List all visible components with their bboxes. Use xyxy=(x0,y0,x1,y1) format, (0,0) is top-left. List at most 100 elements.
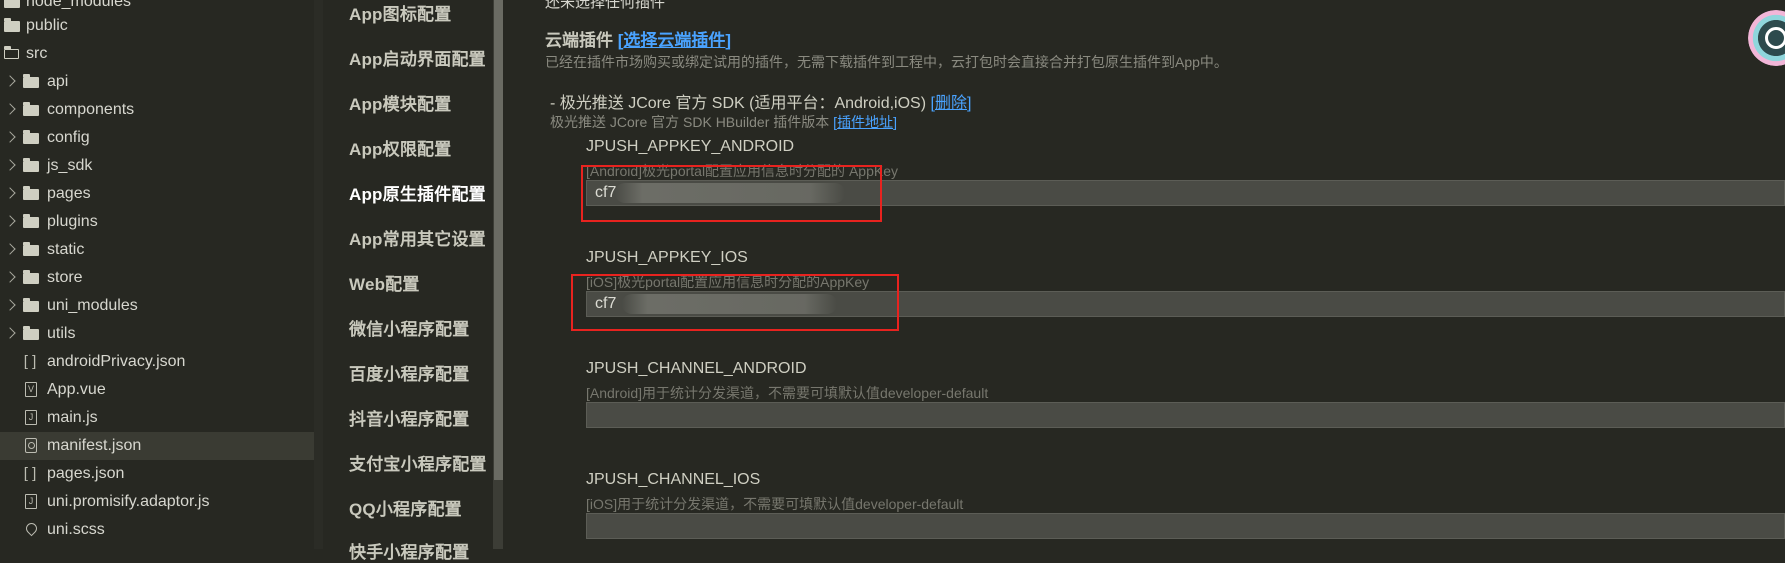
chevron-right-icon xyxy=(4,159,16,171)
folder-icon xyxy=(23,214,39,228)
tree-item-label: src xyxy=(26,45,48,62)
chevron-right-icon xyxy=(4,215,16,227)
plugin-version-row: 极光推送 JCore 官方 SDK HBuilder 插件版本 [插件地址] xyxy=(550,114,897,130)
manifest-gear-icon xyxy=(25,438,37,453)
tree-item-label: pages.json xyxy=(47,465,125,482)
tree-item-api[interactable]: api xyxy=(0,68,314,96)
tree-item-utils[interactable]: utils xyxy=(0,320,314,348)
tree-item-store[interactable]: store xyxy=(0,264,314,292)
nav-item-web[interactable]: Web配置 xyxy=(349,270,420,295)
tree-item-android-privacy-json[interactable]: [ ] androidPrivacy.json xyxy=(0,348,314,376)
tree-item-label: uni.promisify.adaptor.js xyxy=(47,493,210,510)
nav-scrollbar-thumb[interactable] xyxy=(494,0,503,480)
file-explorer: node_modules public src api components c… xyxy=(0,0,314,549)
panel-divider[interactable] xyxy=(314,0,323,549)
cloud-plugins-description: 已经在插件市场购买或绑定试用的插件，无需下载插件到工程中，云打包时会直接合并打包… xyxy=(545,54,1228,70)
tree-item-label: main.js xyxy=(47,409,98,426)
tree-item-label: js_sdk xyxy=(47,157,93,174)
manifest-settings-nav: App图标配置 App启动界面配置 App模块配置 App权限配置 App原生插… xyxy=(323,0,503,562)
cloud-plugins-header: 云端插件 [选择云端插件] xyxy=(545,26,731,51)
tree-item-public[interactable]: public xyxy=(0,12,314,40)
nav-item-alipay-mp[interactable]: 支付宝小程序配置 xyxy=(349,450,487,475)
folder-open-icon xyxy=(4,46,20,60)
nav-item-kuaishou-mp[interactable]: 快手小程序配置 xyxy=(349,538,469,563)
tree-item-label: store xyxy=(47,269,83,286)
field-label-jpush-channel-ios: JPUSH_CHANNEL_IOS xyxy=(586,471,761,488)
chevron-right-icon xyxy=(4,327,16,339)
folder-icon xyxy=(23,326,39,340)
bracket-close: ] xyxy=(725,31,732,50)
field-label-jpush-channel-android: JPUSH_CHANNEL_ANDROID xyxy=(586,360,807,377)
tree-item-label: utils xyxy=(47,325,76,342)
plugin-name: - 极光推送 JCore 官方 SDK (适用平台：Android,iOS) xyxy=(550,95,927,112)
jpush-channel-ios-input[interactable] xyxy=(586,513,1785,539)
chevron-right-icon xyxy=(4,187,16,199)
cloud-plugins-title: 云端插件 xyxy=(545,31,613,50)
nav-item-app-modules[interactable]: App模块配置 xyxy=(349,90,451,115)
tree-item-label: components xyxy=(47,101,135,118)
folder-icon xyxy=(23,102,39,116)
tree-item-js-sdk[interactable]: js_sdk xyxy=(0,152,314,180)
assistant-logo-icon[interactable] xyxy=(1748,10,1785,66)
nav-item-qq-mp[interactable]: QQ小程序配置 xyxy=(349,495,462,520)
delete-plugin-link[interactable]: 删除 xyxy=(935,95,967,112)
tree-item-plugins[interactable]: plugins xyxy=(0,208,314,236)
nav-item-app-other-settings[interactable]: App常用其它设置 xyxy=(349,225,486,250)
chevron-right-icon xyxy=(4,299,16,311)
field-hint-jpush-channel-android: [Android]用于统计分发渠道，不需要可填默认值developer-defa… xyxy=(586,385,989,401)
chevron-right-icon xyxy=(4,75,16,87)
tree-item-label: plugins xyxy=(47,213,98,230)
js-file-icon: J xyxy=(25,494,37,509)
folder-icon xyxy=(4,0,20,8)
highlight-box-android xyxy=(581,165,882,222)
tree-item-components[interactable]: components xyxy=(0,96,314,124)
tree-item-label: static xyxy=(47,241,85,258)
tree-item-config[interactable]: config xyxy=(0,124,314,152)
nav-item-app-native-plugins[interactable]: App原生插件配置 xyxy=(349,180,486,205)
tree-item-label: pages xyxy=(47,185,91,202)
folder-icon xyxy=(23,158,39,172)
field-hint-jpush-channel-ios: [iOS]用于统计分发渠道，不需要可填默认值developer-default xyxy=(586,496,964,512)
folder-icon xyxy=(23,130,39,144)
jpush-channel-android-input[interactable] xyxy=(586,402,1785,428)
tree-item-pages[interactable]: pages xyxy=(0,180,314,208)
folder-icon xyxy=(23,186,39,200)
folder-icon xyxy=(4,18,20,32)
tree-item-uni-promisify-adaptor-js[interactable]: J uni.promisify.adaptor.js xyxy=(0,488,314,516)
tree-item-app-vue[interactable]: V App.vue xyxy=(0,376,314,404)
nav-item-baidu-mp[interactable]: 百度小程序配置 xyxy=(349,360,469,385)
tree-item-uni-modules[interactable]: uni_modules xyxy=(0,292,314,320)
nav-item-app-permissions[interactable]: App权限配置 xyxy=(349,135,451,160)
tree-item-label: api xyxy=(47,73,69,90)
chevron-right-icon xyxy=(4,243,16,255)
js-file-icon: J xyxy=(25,410,37,425)
tree-item-uni-scss[interactable]: uni.scss xyxy=(0,516,314,544)
field-label-jpush-appkey-ios: JPUSH_APPKEY_IOS xyxy=(586,249,748,266)
json-file-icon: [ ] xyxy=(23,353,37,370)
tree-item-static[interactable]: static xyxy=(0,236,314,264)
nav-item-weixin-mp[interactable]: 微信小程序配置 xyxy=(349,315,469,340)
folder-icon xyxy=(23,298,39,312)
tree-item-src[interactable]: src xyxy=(0,40,314,68)
tree-item-label: App.vue xyxy=(47,381,106,398)
tree-item-label: manifest.json xyxy=(47,437,142,454)
tree-item-label: uni_modules xyxy=(47,297,138,314)
select-cloud-plugins-link[interactable]: 选择云端插件 xyxy=(623,31,725,50)
no-plugin-selected-text: 还未选择任何插件 xyxy=(545,0,666,11)
plugin-address-link[interactable]: 插件地址 xyxy=(837,114,893,130)
nav-item-app-splash[interactable]: App启动界面配置 xyxy=(349,45,486,70)
chevron-right-icon xyxy=(4,103,16,115)
tree-item-label: uni.scss xyxy=(47,521,105,538)
nav-item-douyin-mp[interactable]: 抖音小程序配置 xyxy=(349,405,469,430)
chevron-right-icon xyxy=(4,271,16,283)
tree-item-manifest-json[interactable]: manifest.json xyxy=(0,432,314,460)
nav-item-app-icon[interactable]: App图标配置 xyxy=(349,0,451,25)
tree-item-pages-json[interactable]: [ ] pages.json xyxy=(0,460,314,488)
folder-icon xyxy=(23,242,39,256)
tree-item-label: public xyxy=(26,17,68,34)
highlight-box-ios xyxy=(571,274,899,331)
tree-item-main-js[interactable]: J main.js xyxy=(0,404,314,432)
vue-file-icon: V xyxy=(25,382,37,397)
plugin-title-row: - 极光推送 JCore 官方 SDK (适用平台：Android,iOS) [… xyxy=(550,95,972,112)
tree-item-label: config xyxy=(47,129,90,146)
